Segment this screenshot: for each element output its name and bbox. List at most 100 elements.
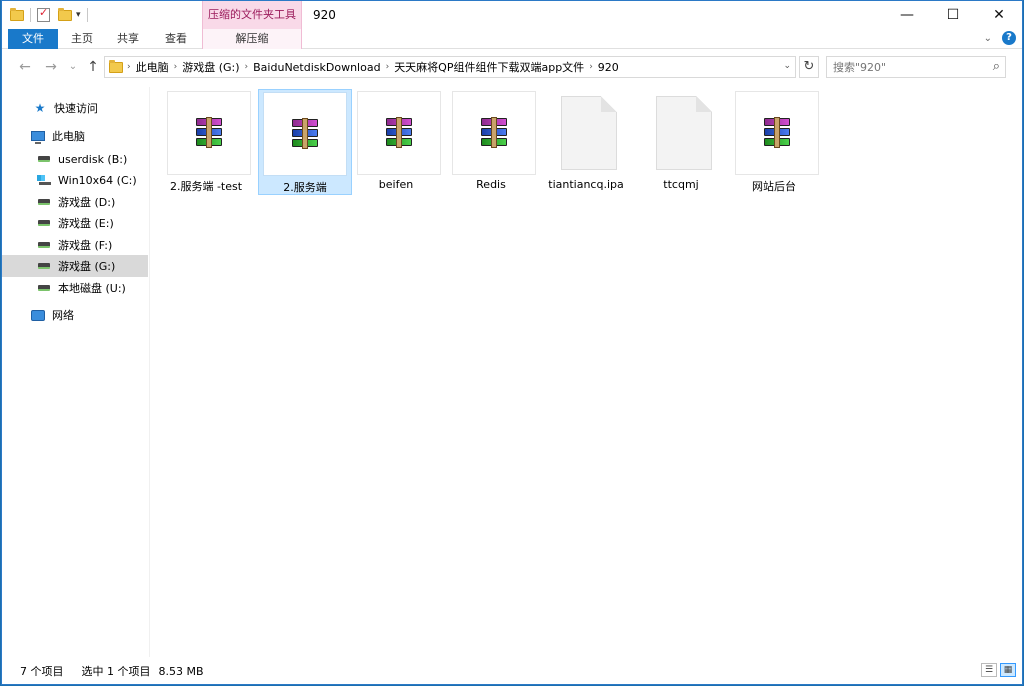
file-thumbnail (547, 91, 631, 175)
maximize-button[interactable]: ☐ (930, 1, 976, 29)
sidebar-item-this-pc[interactable]: 此电脑 (2, 125, 148, 147)
breadcrumb-current[interactable]: 920 (598, 61, 619, 74)
sidebar-item-label: 此电脑 (52, 130, 85, 143)
sidebar-item-drive-f[interactable]: 游戏盘 (F:) (2, 234, 148, 256)
breadcrumb-app-folder[interactable]: 天天麻将QP组件组件下载双端app文件 (394, 59, 584, 75)
sidebar-item-drive-u[interactable]: 本地磁盘 (U:) (2, 277, 148, 299)
breadcrumb-separator-icon[interactable]: › (174, 62, 178, 72)
file-thumbnail (357, 91, 441, 175)
sidebar-item-label: userdisk (B:) (58, 152, 128, 166)
expand-ribbon-chevron-icon[interactable]: ⌄ (984, 33, 992, 44)
network-icon (30, 309, 46, 321)
selection-size: 8.53 MB (158, 664, 204, 678)
drive-icon (36, 285, 52, 291)
ribbon-tabs: 文件 主页 共享 查看 解压缩 ⌄ ? (2, 29, 1022, 49)
sidebar-item-label: 网络 (52, 309, 74, 322)
sidebar-item-win10-c[interactable]: Win10x64 (C:) (2, 169, 148, 191)
tab-file[interactable]: 文件 (8, 29, 58, 49)
file-thumbnail (642, 91, 726, 175)
status-bar: 7 个项目 选中 1 个项目 8.53 MB ☰ ▦ (2, 659, 1022, 683)
file-thumbnail (263, 92, 347, 176)
tab-home[interactable]: 主页 (62, 29, 102, 49)
rar-archive-icon (289, 118, 321, 150)
sidebar-item-network[interactable]: 网络 (2, 304, 148, 326)
toolbar-separator (86, 8, 88, 22)
navigation-bar: ← → ⌄ ↑ › 此电脑 › 游戏盘 (G:) › BaiduNetdiskD… (2, 53, 1022, 81)
sidebar-item-label: Win10x64 (C:) (58, 173, 137, 187)
sidebar-item-userdisk-b[interactable]: userdisk (B:) (2, 148, 148, 170)
address-dropdown-icon[interactable]: ⌄ (783, 61, 791, 71)
breadcrumb-baidu-download[interactable]: BaiduNetdiskDownload (253, 61, 380, 74)
file-list-view: 2.服务端 -test 2.服务端 beifen Redis tiantianc… (151, 87, 1022, 657)
search-input[interactable] (827, 57, 977, 77)
tab-view[interactable]: 查看 (156, 29, 196, 49)
file-item[interactable]: beifen (349, 89, 443, 195)
details-view-icon[interactable]: ☰ (981, 663, 997, 677)
file-name: Redis (476, 178, 506, 191)
folder-icon[interactable] (10, 7, 24, 21)
drive-icon (36, 263, 52, 269)
drive-icon (36, 156, 52, 162)
breadcrumb-separator-icon[interactable]: › (589, 62, 593, 72)
file-item[interactable]: 网站后台 (727, 89, 821, 195)
file-name: 2.服务端 (283, 181, 327, 194)
drive-icon (36, 199, 52, 205)
drive-icon (36, 220, 52, 226)
back-button[interactable]: ← (16, 58, 34, 76)
address-bar[interactable]: › 此电脑 › 游戏盘 (G:) › BaiduNetdiskDownload … (104, 56, 796, 78)
forward-button[interactable]: → (42, 58, 60, 76)
rar-archive-icon (761, 117, 793, 149)
drive-icon (36, 242, 52, 248)
search-icon[interactable]: ⌕ (993, 59, 1000, 74)
toolbar-separator (30, 8, 31, 22)
file-explorer-window: ▾ 压缩的文件夹工具 920 — ☐ ✕ 文件 主页 共享 查看 解压缩 ⌄ ?… (1, 0, 1023, 685)
ribbon-right-controls: ⌄ ? (984, 31, 1016, 45)
sidebar-item-drive-e[interactable]: 游戏盘 (E:) (2, 212, 148, 234)
window-title: 920 (313, 8, 336, 22)
computer-icon (30, 131, 46, 144)
file-item[interactable]: tiantiancq.ipa (539, 89, 633, 195)
new-folder-icon[interactable] (58, 7, 72, 21)
tab-extract[interactable]: 解压缩 (202, 29, 302, 49)
sidebar-item-drive-g[interactable]: 游戏盘 (G:) (2, 255, 148, 277)
breadcrumb-separator-icon[interactable]: › (386, 62, 390, 72)
breadcrumb-separator-icon[interactable]: › (127, 62, 131, 72)
sidebar-item-label: 游戏盘 (E:) (58, 217, 114, 230)
minimize-button[interactable]: — (884, 1, 930, 29)
search-box[interactable]: ⌕ (826, 56, 1006, 78)
help-icon[interactable]: ? (1002, 31, 1016, 45)
file-name: beifen (378, 178, 414, 191)
item-count: 7 个项目 (20, 665, 64, 678)
breadcrumb-drive-g[interactable]: 游戏盘 (G:) (182, 59, 239, 75)
rar-archive-icon (478, 117, 510, 149)
file-thumbnail (167, 91, 251, 175)
recent-locations-button[interactable]: ⌄ (64, 58, 82, 76)
generic-file-icon (656, 96, 712, 170)
breadcrumb-this-pc[interactable]: 此电脑 (136, 59, 169, 75)
breadcrumb-separator-icon[interactable]: › (245, 62, 249, 72)
file-name: ttcqmj (663, 178, 699, 191)
rar-archive-icon (383, 117, 415, 149)
file-item-selected[interactable]: 2.服务端 (258, 89, 352, 195)
file-item[interactable]: 2.服务端 -test (159, 89, 253, 195)
file-item[interactable]: Redis (444, 89, 538, 195)
selection-count: 选中 1 个项目 (81, 665, 151, 678)
sidebar-item-drive-d[interactable]: 游戏盘 (D:) (2, 191, 148, 213)
sidebar-item-quick-access[interactable]: ★ 快速访问 (2, 97, 148, 119)
properties-icon[interactable] (37, 6, 50, 22)
file-name: tiantiancq.ipa (548, 178, 624, 191)
title-bar: ▾ 压缩的文件夹工具 920 — ☐ ✕ (2, 1, 1022, 29)
large-icons-view-icon[interactable]: ▦ (1000, 663, 1016, 677)
refresh-button[interactable]: ↻ (799, 56, 819, 78)
sidebar-item-label: 本地磁盘 (U:) (58, 282, 126, 295)
chevron-down-icon[interactable]: ▾ (76, 10, 81, 20)
file-thumbnail (735, 91, 819, 175)
close-button[interactable]: ✕ (976, 1, 1022, 29)
sidebar-item-label: 游戏盘 (G:) (58, 260, 116, 273)
generic-file-icon (561, 96, 617, 170)
up-button[interactable]: ↑ (84, 58, 102, 76)
rar-archive-icon (193, 117, 225, 149)
file-item[interactable]: ttcqmj (634, 89, 728, 195)
star-icon: ★ (34, 101, 46, 115)
tab-share[interactable]: 共享 (108, 29, 148, 49)
